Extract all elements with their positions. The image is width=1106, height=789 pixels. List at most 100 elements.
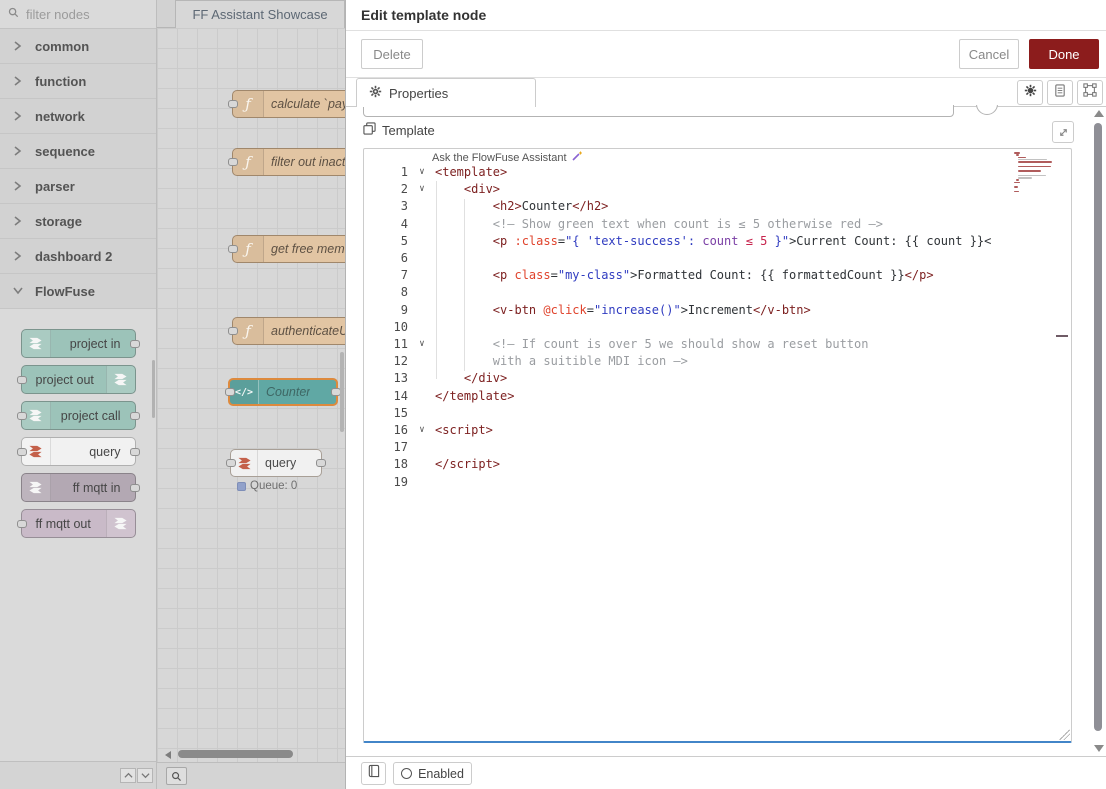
assistant-hint[interactable]: Ask the FlowFuse Assistant xyxy=(432,150,583,165)
scroll-down-arrow[interactable] xyxy=(1094,745,1104,752)
palette-node-ff-mqtt-out[interactable]: ff mqtt out xyxy=(21,509,136,538)
flow-node-filter-out-inacti[interactable]: ƒfilter out inacti xyxy=(232,148,345,176)
code-line-9[interactable]: 9 <v-btn @click="increase()">Increment</… xyxy=(364,302,1071,319)
tray-tab-bar: Properties xyxy=(346,78,1106,107)
vscroll-thumb[interactable] xyxy=(340,352,344,432)
properties-view-button[interactable] xyxy=(1017,80,1043,105)
sidebar-category-flowfuse[interactable]: FlowFuse xyxy=(0,274,156,309)
flow-node-authenticateu[interactable]: ƒauthenticateU xyxy=(232,317,345,345)
node-port-left[interactable] xyxy=(226,459,236,467)
code-line-15[interactable]: 15 xyxy=(364,405,1071,422)
chevron-right-icon xyxy=(13,251,23,261)
collapse-all-button[interactable] xyxy=(120,768,136,783)
node-port-right[interactable] xyxy=(130,484,140,492)
code-line-3[interactable]: 3 <h2>Counter</h2> xyxy=(364,198,1071,215)
fold-chevron-icon[interactable]: ∨ xyxy=(414,164,430,181)
description-button[interactable] xyxy=(1047,80,1073,105)
sidebar-category-dashboard-2[interactable]: dashboard 2 xyxy=(0,239,156,274)
code-line-6[interactable]: 6 xyxy=(364,250,1071,267)
template-code-editor[interactable]: Ask the FlowFuse Assistant 1∨<template>2… xyxy=(363,148,1072,743)
minimap-line xyxy=(1016,179,1019,181)
zoom-button[interactable] xyxy=(166,767,187,785)
node-port-left[interactable] xyxy=(17,412,27,420)
code-line-8[interactable]: 8 xyxy=(364,284,1071,301)
flow-tab[interactable]: FF Assistant Showcase xyxy=(175,0,345,28)
editor-minimap[interactable] xyxy=(1014,152,1052,195)
palette-node-project-out[interactable]: project out xyxy=(21,365,136,394)
delete-button[interactable]: Delete xyxy=(361,39,423,69)
fold-chevron-icon[interactable]: ∨ xyxy=(414,422,430,439)
node-port-right[interactable] xyxy=(316,459,326,467)
editor-resize-handle[interactable] xyxy=(1059,729,1070,740)
sidebar-category-storage[interactable]: storage xyxy=(0,204,156,239)
code-text: <template> xyxy=(435,164,507,181)
sidebar-category-common[interactable]: common xyxy=(0,29,156,64)
sidebar-category-parser[interactable]: parser xyxy=(0,169,156,204)
code-line-19[interactable]: 19 xyxy=(364,474,1071,491)
node-help-button[interactable] xyxy=(361,762,386,785)
node-port-left[interactable] xyxy=(17,376,27,384)
palette-node-project-in[interactable]: project in xyxy=(21,329,136,358)
palette-node-ff-mqtt-in[interactable]: ff mqtt in xyxy=(21,473,136,502)
flowfuse-logo-icon xyxy=(22,474,51,501)
edit-tray: Edit template node Delete Cancel Done Pr… xyxy=(345,0,1106,789)
appearance-button[interactable] xyxy=(1077,80,1103,105)
code-line-5[interactable]: 5 <p :class="{ 'text-success': count ≤ 5… xyxy=(364,233,1071,250)
code-line-11[interactable]: 11∨ <!— If count is over 5 we should sho… xyxy=(364,336,1071,353)
code-line-4[interactable]: 4 <!— Show green text when count is ≤ 5 … xyxy=(364,216,1071,233)
node-port-left[interactable] xyxy=(228,245,238,253)
node-port-left[interactable] xyxy=(228,158,238,166)
code-text: </template> xyxy=(435,388,514,405)
sidebar-category-network[interactable]: network xyxy=(0,99,156,134)
cancel-button[interactable]: Cancel xyxy=(959,39,1019,69)
flow-node-calculate-pay[interactable]: ƒcalculate `pay xyxy=(232,90,345,118)
node-port-right[interactable] xyxy=(130,448,140,456)
gear-icon xyxy=(369,85,382,101)
palette-search[interactable] xyxy=(0,0,156,29)
node-port-right[interactable] xyxy=(130,340,140,348)
done-button[interactable]: Done xyxy=(1029,39,1099,69)
sidebar-category-sequence[interactable]: sequence xyxy=(0,134,156,169)
code-line-18[interactable]: 18</script> xyxy=(364,456,1071,473)
code-line-1[interactable]: 1∨<template> xyxy=(364,164,1071,181)
code-line-2[interactable]: 2∨ <div> xyxy=(364,181,1071,198)
enabled-toggle-button[interactable]: Enabled xyxy=(393,762,472,785)
scroll-thumb[interactable] xyxy=(1094,123,1102,731)
node-port-right[interactable] xyxy=(130,412,140,420)
hscroll-left-arrow[interactable] xyxy=(165,751,171,759)
tray-toolbar: Delete Cancel Done xyxy=(346,31,1106,78)
tab-properties[interactable]: Properties xyxy=(356,78,536,107)
template-field-row: Template xyxy=(363,122,435,138)
palette-node-query[interactable]: query xyxy=(21,437,136,466)
node-port-left[interactable] xyxy=(17,520,27,528)
code-line-13[interactable]: 13 </div> xyxy=(364,370,1071,387)
filter-nodes-input[interactable] xyxy=(24,6,138,23)
code-line-12[interactable]: 12 with a suitible MDI icon —> xyxy=(364,353,1071,370)
fold-chevron-icon[interactable]: ∨ xyxy=(414,336,430,353)
node-port-left[interactable] xyxy=(228,100,238,108)
sidebar-category-function[interactable]: function xyxy=(0,64,156,99)
flow-node-counter[interactable]: </>Counter xyxy=(228,378,338,406)
code-line-16[interactable]: 16∨<script> xyxy=(364,422,1071,439)
assistant-hint-label: Ask the FlowFuse Assistant xyxy=(432,152,567,164)
code-line-10[interactable]: 10 xyxy=(364,319,1071,336)
hscroll-thumb[interactable] xyxy=(178,750,293,758)
flow-node-get-free-memo[interactable]: ƒget free memo xyxy=(232,235,345,263)
fold-chevron-icon[interactable]: ∨ xyxy=(414,181,430,198)
node-port-left[interactable] xyxy=(17,448,27,456)
node-port-left[interactable] xyxy=(225,388,235,396)
code-line-7[interactable]: 7 <p class="my-class">Formatted Count: {… xyxy=(364,267,1071,284)
category-label: FlowFuse xyxy=(35,284,95,299)
palette-node-project-call[interactable]: project call xyxy=(21,401,136,430)
category-label: storage xyxy=(35,214,82,229)
scroll-up-arrow[interactable] xyxy=(1094,110,1104,117)
node-port-left[interactable] xyxy=(228,327,238,335)
code-line-14[interactable]: 14</template> xyxy=(364,388,1071,405)
editor-expand-button[interactable] xyxy=(1052,121,1074,143)
code-line-17[interactable]: 17 xyxy=(364,439,1071,456)
palette-scrollbar[interactable] xyxy=(152,360,155,418)
flow-node-query[interactable]: query xyxy=(230,449,322,477)
expand-all-button[interactable] xyxy=(137,768,153,783)
flow-tab-label: FF Assistant Showcase xyxy=(192,7,327,22)
flow-workspace[interactable]: FF Assistant Showcase ƒcalculate `pay ƒfi… xyxy=(157,0,345,789)
